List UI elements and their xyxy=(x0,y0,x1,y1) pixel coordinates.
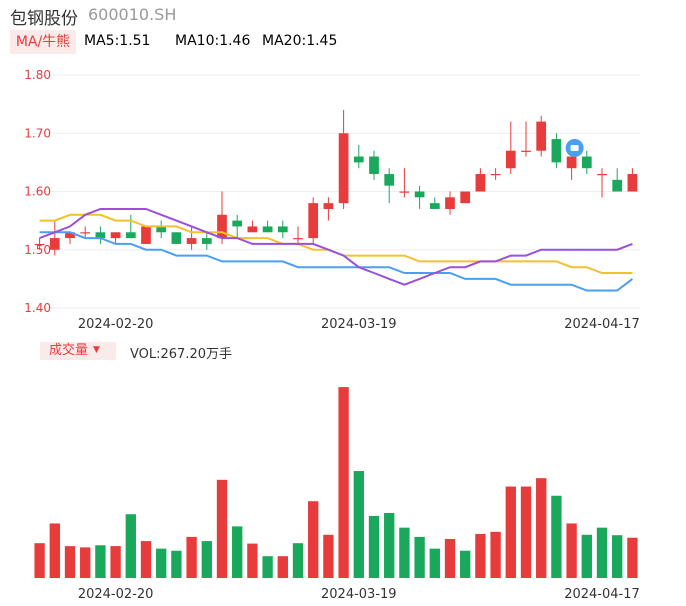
volume-bar xyxy=(216,479,228,578)
volume-bar xyxy=(338,387,349,578)
volume-bar xyxy=(429,548,440,578)
x-tick-label: 2024-03-19 xyxy=(321,587,397,602)
candle-body xyxy=(627,174,638,192)
volume-bar xyxy=(551,495,562,578)
volume-bar xyxy=(414,536,425,578)
candle-body xyxy=(475,174,486,192)
volume-bar xyxy=(247,543,258,578)
volume-bar xyxy=(627,537,638,578)
volume-bar xyxy=(399,527,410,578)
volume-bar xyxy=(505,486,516,578)
y-tick-label: 1.60 xyxy=(24,185,51,199)
candle-body xyxy=(353,156,364,163)
candle-body xyxy=(80,232,91,234)
volume-bar xyxy=(262,556,273,578)
candle-body xyxy=(429,203,440,209)
candle-body xyxy=(566,156,577,169)
volume-bar xyxy=(368,515,380,578)
candle-body xyxy=(201,238,212,244)
volume-bar xyxy=(323,534,334,578)
volume-bar xyxy=(277,556,288,578)
candle-body xyxy=(141,226,151,244)
x-tick-label: 2024-03-19 xyxy=(321,317,397,332)
candle-body xyxy=(232,220,243,227)
candle-body xyxy=(551,139,562,163)
x-tick-label: 2024-02-20 xyxy=(78,587,154,602)
volume-chart[interactable]: 2024-02-20 2024-03-19 2024-04-17 xyxy=(0,340,686,606)
candle-body xyxy=(414,191,425,198)
candle-body xyxy=(597,174,607,176)
candlestick-chart[interactable]: 1.801.701.601.501.402024-02-20 2024-03-19… xyxy=(0,0,686,340)
candle-body xyxy=(384,174,395,186)
candle-body xyxy=(262,226,273,233)
volume-bar xyxy=(444,538,456,578)
candle-body xyxy=(369,156,379,175)
candle-body xyxy=(110,232,121,239)
candle-body xyxy=(521,150,531,152)
volume-bar xyxy=(460,550,471,578)
candle-body xyxy=(536,121,547,151)
candle-body xyxy=(34,243,45,246)
volume-bar xyxy=(95,545,106,578)
volume-bar xyxy=(490,531,501,578)
candle-body xyxy=(338,133,349,204)
volume-bar xyxy=(34,543,45,578)
x-tick-label: 2024-04-17 xyxy=(564,317,640,332)
volume-bar xyxy=(536,478,547,578)
volume-bar xyxy=(292,543,304,578)
volume-bar xyxy=(80,547,91,578)
volume-bar xyxy=(612,535,623,578)
volume-bar xyxy=(186,536,197,578)
volume-bar xyxy=(201,541,212,578)
candle-body xyxy=(460,191,471,204)
candle-body xyxy=(186,238,197,244)
y-tick-label: 1.80 xyxy=(24,68,51,82)
volume-bar xyxy=(384,512,395,578)
volume-bar xyxy=(596,527,608,578)
candle-body xyxy=(277,226,288,233)
candle-body xyxy=(399,191,410,193)
volume-bar xyxy=(64,546,76,578)
y-tick-label: 1.40 xyxy=(24,301,51,315)
y-tick-label: 1.70 xyxy=(24,126,51,140)
candle-body xyxy=(505,150,516,169)
logo-badge-glyph xyxy=(570,145,579,151)
volume-bar xyxy=(49,523,60,578)
volume-bar xyxy=(140,541,152,578)
candle-body xyxy=(581,156,592,169)
volume-bar xyxy=(566,523,577,578)
candle-body xyxy=(125,232,136,239)
candle-body xyxy=(171,232,182,244)
candle-body xyxy=(247,226,258,233)
candle-body xyxy=(293,238,303,240)
x-tick-label: 2024-04-17 xyxy=(564,587,640,602)
volume-bar xyxy=(308,501,319,578)
volume-bar xyxy=(353,471,364,578)
volume-bar xyxy=(156,548,167,578)
candle-body xyxy=(49,238,60,250)
candle-body xyxy=(612,179,623,192)
candle-body xyxy=(323,203,334,209)
candle-body xyxy=(308,203,319,239)
volume-bar xyxy=(581,534,592,578)
volume-bar xyxy=(110,546,121,578)
volume-bar xyxy=(520,486,532,578)
x-tick-label: 2024-02-20 xyxy=(78,317,154,332)
candle-body xyxy=(490,174,501,176)
volume-bar xyxy=(171,550,182,578)
candle-body xyxy=(445,197,455,209)
volume-bar xyxy=(475,533,486,578)
volume-bar xyxy=(125,514,136,578)
volume-bar xyxy=(232,526,243,578)
